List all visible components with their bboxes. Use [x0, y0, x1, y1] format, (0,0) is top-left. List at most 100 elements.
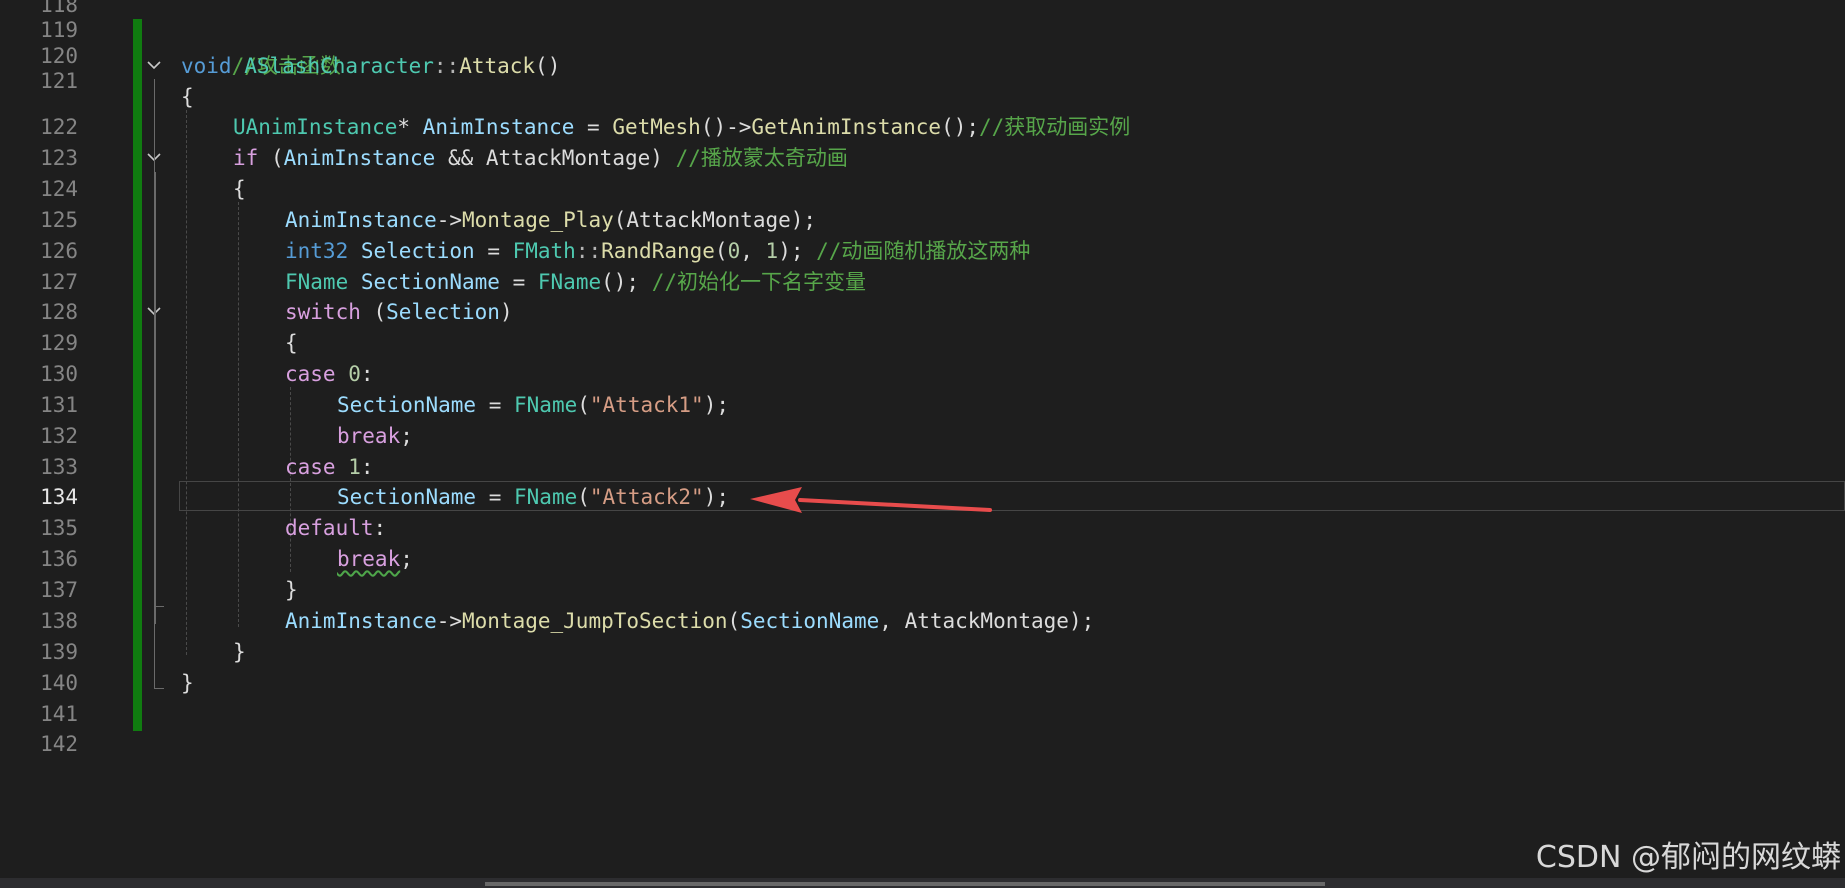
function-name: GetMesh [612, 115, 701, 139]
class-name: FMath [512, 239, 576, 263]
code-line-123[interactable]: if (AnimInstance && AttackMontage) //播放蒙… [233, 143, 848, 174]
function-name: Attack [459, 54, 536, 78]
keyword: if [233, 146, 259, 170]
punctuation: ( [727, 609, 741, 633]
keyword-with-warning: break [337, 547, 401, 571]
code-line-135[interactable]: default: [285, 513, 386, 544]
code-line-130[interactable]: case 0: [285, 359, 374, 390]
punctuation: , [879, 609, 905, 633]
code-line-138[interactable]: AnimInstance->Montage_JumpToSection(Sect… [285, 606, 1094, 637]
number: 0 [727, 239, 741, 263]
brace: } [181, 671, 194, 695]
code-line-129[interactable]: { [285, 328, 298, 359]
function-name: Montage_JumpToSection [462, 609, 728, 633]
punctuation: ); [703, 393, 729, 417]
punctuation: ( [613, 208, 627, 232]
punctuation: ); [790, 208, 817, 232]
change-indicator-bar [133, 19, 142, 731]
line-number: 133 [40, 455, 78, 479]
line-number: 136 [40, 547, 78, 571]
chevron-down-icon[interactable] [145, 51, 163, 82]
punctuation: ); [778, 239, 817, 263]
line-number: 135 [40, 516, 78, 540]
line-number-gutter: 118 119 120 121 122 123 124 125 126 127 … [0, 0, 135, 878]
number: 0 [348, 362, 361, 386]
code-line-126[interactable]: int32 Selection = FMath::RandRange(0, 1)… [285, 236, 1030, 267]
line-number: 130 [40, 362, 78, 386]
code-line-127[interactable]: FName SectionName = FName(); //初始化一下名字变量 [285, 267, 866, 298]
code-line-134[interactable]: SectionName = FName("Attack2"); [337, 482, 729, 513]
code-line-139[interactable]: } [233, 637, 246, 668]
line-number-active: 134 [40, 485, 78, 509]
operator: :: [575, 239, 602, 263]
code-line-125[interactable]: AnimInstance->Montage_Play(AttackMontage… [285, 205, 816, 236]
code-line-121[interactable]: { [181, 82, 194, 113]
watermark: CSDN @郁闷的网纹蟒 [1535, 840, 1841, 875]
code-line-136[interactable]: break; [337, 544, 413, 575]
brace: } [233, 640, 246, 664]
keyword: case [285, 455, 336, 479]
punctuation: : [360, 455, 374, 479]
punctuation: ); [1068, 609, 1095, 633]
code-editor[interactable]: 118 119 120 121 122 123 124 125 126 127 … [0, 0, 1845, 878]
horizontal-scrollbar[interactable] [485, 882, 1325, 886]
code-line-128[interactable]: switch (Selection) [285, 297, 513, 328]
class-name: ASlashCharacter [244, 54, 434, 78]
code-line-132[interactable]: break; [337, 421, 413, 452]
punctuation: ; [400, 424, 413, 448]
line-number: 139 [40, 640, 78, 664]
operator: = [476, 485, 515, 509]
punctuation: (); [601, 270, 652, 294]
number: 1 [765, 239, 779, 263]
variable: AnimInstance [285, 609, 437, 633]
operator: = [574, 115, 613, 139]
variable: AnimInstance [283, 146, 436, 170]
punctuation: ( [577, 393, 590, 417]
line-number: 142 [40, 732, 78, 756]
string-literal: "Attack1" [589, 393, 704, 417]
brace: { [181, 85, 194, 109]
line-number: 123 [40, 146, 78, 170]
variable: Selection [360, 239, 475, 263]
variable: SectionName [740, 609, 880, 633]
operator: && [435, 146, 486, 170]
code-line-131[interactable]: SectionName = FName("Attack1"); [337, 390, 729, 421]
keyword: switch [285, 300, 361, 324]
number: 1 [348, 455, 361, 479]
keyword: break [337, 424, 401, 448]
variable: AnimInstance [422, 115, 575, 139]
code-line-137[interactable]: } [285, 575, 298, 606]
code-line-133[interactable]: case 1: [285, 452, 374, 483]
punctuation: () [535, 54, 561, 78]
code-line-122[interactable]: UAnimInstance* AnimInstance = GetMesh()-… [233, 112, 1130, 143]
brace: { [285, 331, 298, 355]
line-number: 137 [40, 578, 78, 602]
code-line-119[interactable]: //攻击函数 [181, 20, 341, 78]
code-line-124[interactable]: { [233, 174, 246, 205]
variable: AnimInstance [285, 208, 437, 232]
punctuation: ) [499, 300, 513, 324]
line-number: 138 [40, 609, 78, 633]
code-line-120[interactable]: void ASlashCharacter::Attack() [181, 51, 560, 82]
line-number: 125 [40, 208, 78, 232]
code-line-140[interactable]: } [181, 668, 194, 699]
indent-guide [238, 202, 239, 627]
function-name: Montage_Play [462, 208, 614, 232]
line-number: 124 [40, 177, 78, 201]
function-name: RandRange [601, 239, 715, 263]
operator: -> [436, 609, 463, 633]
comment: //动画随机播放这两种 [816, 239, 1031, 263]
fold-range-end [154, 606, 164, 607]
line-number: 131 [40, 393, 78, 417]
variable: SectionName [337, 485, 477, 509]
line-number: 122 [40, 115, 78, 139]
keyword: default [285, 516, 374, 540]
status-bar [0, 878, 1845, 888]
class-name: FName [514, 485, 578, 509]
brace: { [233, 177, 246, 201]
punctuation: , [740, 239, 766, 263]
